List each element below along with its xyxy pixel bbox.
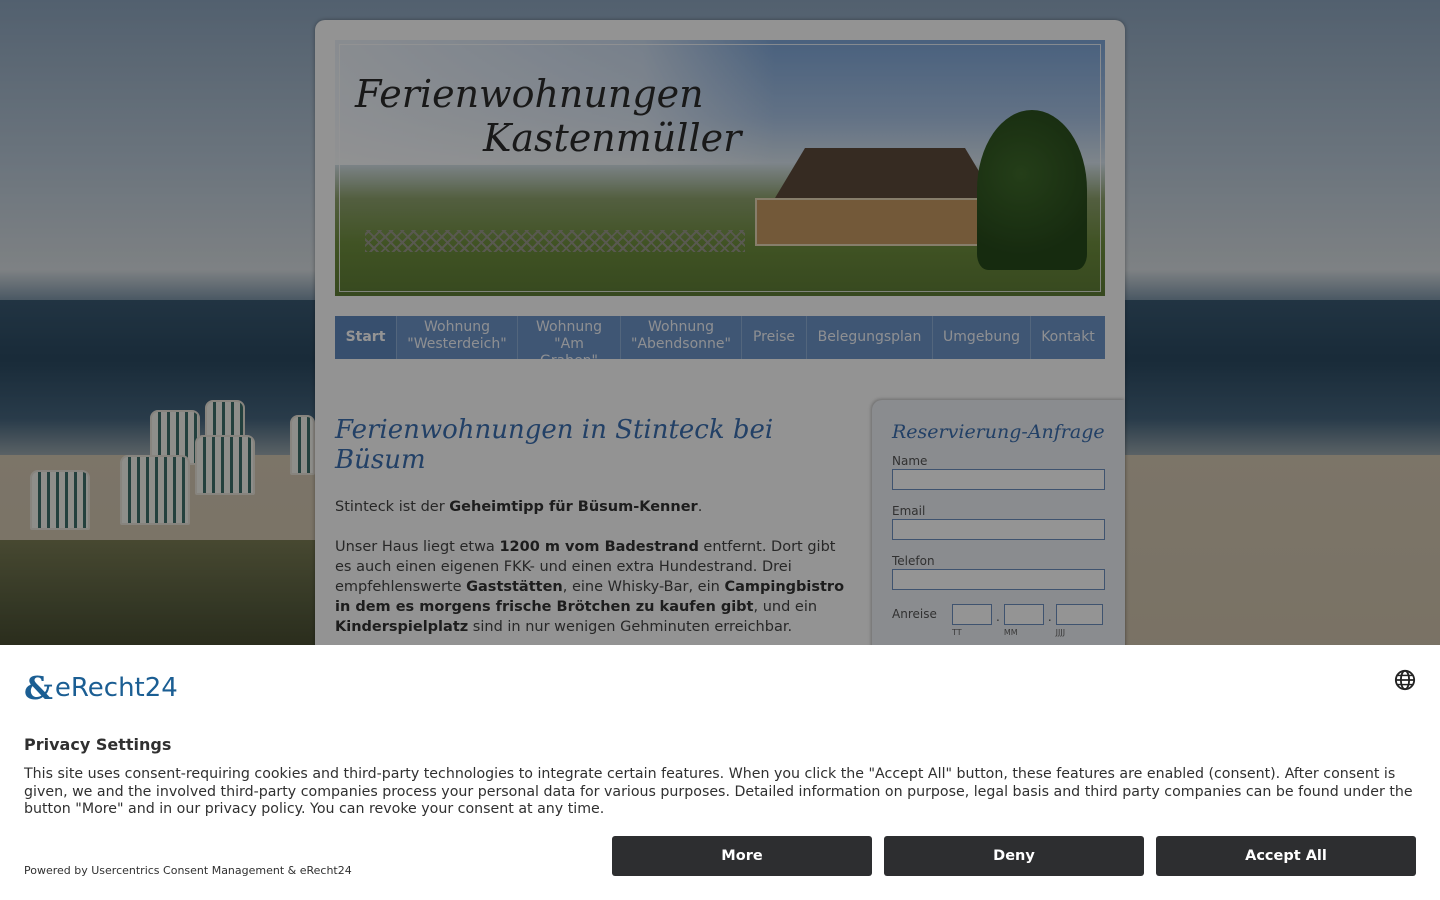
brand-name: eRecht24	[54, 673, 178, 703]
consent-banner: & eRecht24 Privacy Settings This site us…	[0, 645, 1440, 900]
brand-logo: & eRecht24	[24, 669, 1416, 707]
accept-all-button[interactable]: Accept All	[1156, 836, 1416, 876]
deny-button[interactable]: Deny	[884, 836, 1144, 876]
erecht24-logo-icon: &	[24, 669, 53, 707]
consent-title: Privacy Settings	[24, 735, 172, 754]
powered-by-text: Powered by Usercentrics Consent Manageme…	[24, 864, 352, 877]
globe-icon[interactable]	[1394, 669, 1416, 691]
more-button[interactable]: More	[612, 836, 872, 876]
consent-description: This site uses consent-requiring cookies…	[24, 766, 1413, 817]
